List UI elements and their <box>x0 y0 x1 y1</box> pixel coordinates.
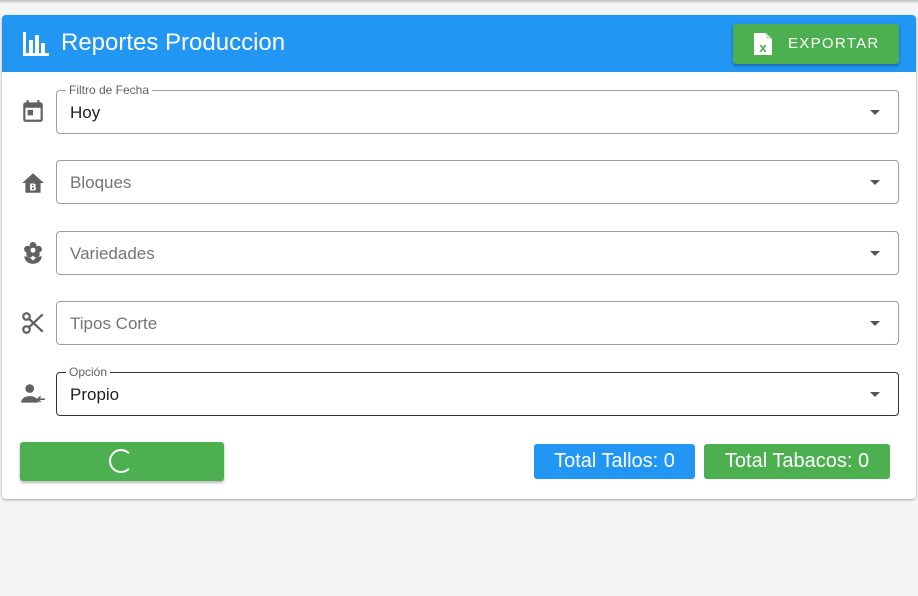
chevron-down-icon <box>870 251 880 256</box>
svg-text:B: B <box>29 183 36 194</box>
chevron-down-icon <box>870 110 880 115</box>
report-card: Reportes Produccion X EXPORTAR Filtro de… <box>2 15 916 499</box>
date-filter-legend: Filtro de Fecha <box>66 83 153 97</box>
flower-icon <box>24 241 42 264</box>
date-filter-select[interactable]: Filtro de Fecha Hoy <box>56 83 899 134</box>
date-filter-value: Hoy <box>70 103 101 122</box>
opcion-select[interactable]: Opción Propio <box>56 365 899 416</box>
tipos-corte-placeholder: Tipos Corte <box>70 314 158 333</box>
svg-text:X: X <box>759 44 767 55</box>
export-button-label: EXPORTAR <box>788 35 880 52</box>
opcion-value: Propio <box>70 385 120 404</box>
loading-spinner-icon <box>109 449 133 473</box>
total-tabacos-badge: Total Tabacos: 0 <box>704 444 890 479</box>
excel-file-icon: X <box>754 33 772 55</box>
chevron-down-icon <box>870 392 880 397</box>
generate-report-button[interactable] <box>20 442 224 481</box>
scissors-icon <box>22 312 44 334</box>
bar-chart-icon <box>23 32 49 56</box>
home-building-icon: B <box>22 173 44 194</box>
calendar-icon <box>23 100 43 122</box>
bloques-placeholder: Bloques <box>70 173 132 192</box>
page-title: Reportes Produccion <box>61 29 286 56</box>
bloques-select[interactable]: Bloques <box>56 160 899 204</box>
total-tallos-badge: Total Tallos: 0 <box>534 444 695 479</box>
export-button[interactable]: X EXPORTAR <box>733 24 899 64</box>
variedades-placeholder: Variedades <box>70 244 155 263</box>
opcion-legend: Opción <box>66 365 111 379</box>
chevron-down-icon <box>870 321 880 326</box>
tipos-corte-select[interactable]: Tipos Corte <box>56 301 899 345</box>
chevron-down-icon <box>870 180 880 185</box>
person-arrow-icon <box>21 384 45 403</box>
variedades-select[interactable]: Variedades <box>56 231 899 275</box>
top-shadow-bar <box>0 0 918 4</box>
card-header: Reportes Produccion X EXPORTAR <box>2 15 916 72</box>
